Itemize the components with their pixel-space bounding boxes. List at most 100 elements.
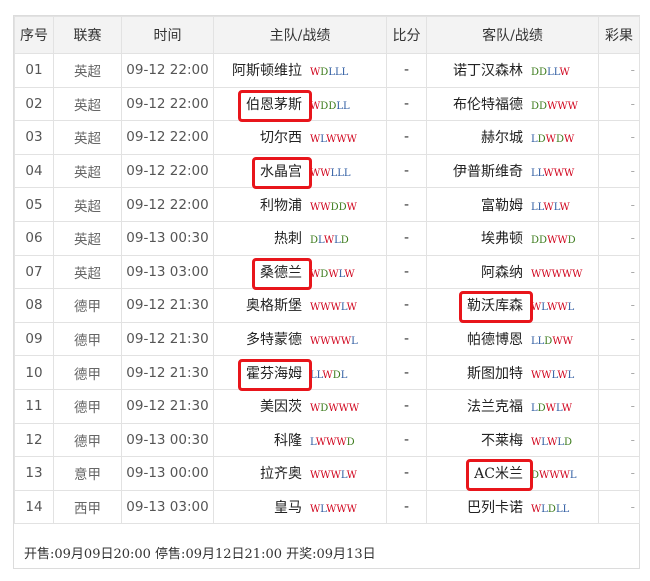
home-team-name[interactable]: 热刺 <box>215 228 311 248</box>
away-team-form: LDWDW <box>531 134 575 146</box>
home-team-name[interactable]: 切尔西 <box>215 127 311 147</box>
home-team-cell: 皇马 WLWWW <box>213 489 387 525</box>
home-team-form: WWDDW <box>310 201 357 213</box>
home-team-name[interactable]: 拉齐奥 <box>215 463 311 483</box>
score-cell: - <box>386 220 427 256</box>
match-table-panel: 序号 联赛 时间 主队/战绩 比分 客队/战绩 彩果 01 英超 09-12 22:… <box>13 15 640 569</box>
score-cell: - <box>386 153 427 189</box>
header-lottery-result: 彩果 <box>598 16 640 54</box>
match-time: 09-13 03:00 <box>121 254 214 290</box>
away-team-name[interactable]: 斯图加特 <box>428 363 532 383</box>
home-team-name[interactable]: 奥格斯堡 <box>215 295 311 315</box>
away-team-name[interactable]: 赫尔城 <box>428 127 532 147</box>
away-team-form: LLDWW <box>531 336 573 348</box>
away-team-cell: 帕德博恩 LLDWW <box>426 321 599 357</box>
home-team-name[interactable]: 美因茨 <box>215 396 311 416</box>
league-cell: 英超 <box>53 53 122 88</box>
match-time: 09-12 22:00 <box>121 120 214 155</box>
away-team-name[interactable]: 巴列卡诺 <box>428 497 532 517</box>
lottery-result-cell: - <box>598 422 640 458</box>
match-time: 09-12 21:30 <box>121 321 214 357</box>
away-team-form: LDWLW <box>531 403 573 415</box>
table-row[interactable]: 13 意甲 09-13 00:00 拉齐奥 WWWLW - AC米兰 DWWWL - <box>14 456 640 491</box>
away-team-name[interactable]: 诺丁汉森林 <box>428 60 532 80</box>
table-row[interactable]: 07 英超 09-13 03:00 桑德兰 WDWLW - 阿森纳 WWWWW - <box>14 254 640 290</box>
away-team-name[interactable]: 帕德博恩 <box>428 329 532 349</box>
away-team-name[interactable]: 勒沃库森 <box>428 295 532 315</box>
away-team-form: DDWWD <box>531 235 576 247</box>
table-row[interactable]: 09 德甲 09-12 21:30 多特蒙德 WWWWL - 帕德博恩 LLDWW - <box>14 321 640 357</box>
home-team-form: LWWWD <box>310 436 355 448</box>
lottery-result-cell: - <box>598 489 640 525</box>
row-index: 06 <box>14 220 54 256</box>
lottery-result-cell: - <box>598 254 640 290</box>
home-team-name[interactable]: 水晶宫 <box>215 161 311 181</box>
table-row[interactable]: 08 德甲 09-12 21:30 奥格斯堡 WWWLW - 勒沃库森 WLWWL - <box>14 288 640 323</box>
away-team-cell: 布伦特福德 DDWWW <box>426 86 599 122</box>
away-team-form: LLWLW <box>531 201 570 213</box>
home-team-cell: 奥格斯堡 WWWLW <box>213 288 387 323</box>
table-row[interactable]: 10 德甲 09-12 21:30 霍芬海姆 LLWDL - 斯图加特 WWLWL - <box>14 355 640 390</box>
lottery-result-cell: - <box>598 120 640 155</box>
away-team-name[interactable]: AC米兰 <box>428 463 532 483</box>
lottery-result-cell: - <box>598 456 640 491</box>
home-team-name[interactable]: 霍芬海姆 <box>215 363 311 383</box>
table-row[interactable]: 06 英超 09-13 00:30 热刺 DLWLD - 埃弗顿 DDWWD - <box>14 220 640 256</box>
home-team-name[interactable]: 利物浦 <box>215 195 311 215</box>
table-row[interactable]: 02 英超 09-12 22:00 伯恩茅斯 WDDLL - 布伦特福德 DDWWW - <box>14 86 640 122</box>
home-team-cell: 水晶宫 WWLLL <box>213 153 387 189</box>
away-team-cell: 诺丁汉森林 DDLLW <box>426 53 599 88</box>
score-cell: - <box>386 388 427 424</box>
home-team-name[interactable]: 伯恩茅斯 <box>215 94 311 114</box>
home-team-form: WWLLL <box>310 168 351 180</box>
row-index: 08 <box>14 288 54 323</box>
away-team-cell: 不莱梅 WLWLD <box>426 422 599 458</box>
away-team-cell: 勒沃库森 WLWWL <box>426 288 599 323</box>
match-time: 09-13 00:30 <box>121 220 214 256</box>
lottery-result-cell: - <box>598 355 640 390</box>
table-header-row: 序号 联赛 时间 主队/战绩 比分 客队/战绩 彩果 <box>14 16 640 54</box>
home-team-name[interactable]: 多特蒙德 <box>215 329 311 349</box>
away-team-name[interactable]: 布伦特福德 <box>428 94 532 114</box>
league-cell: 德甲 <box>53 355 122 390</box>
away-team-name[interactable]: 埃弗顿 <box>428 228 532 248</box>
header-index: 序号 <box>14 16 54 54</box>
table-row[interactable]: 11 德甲 09-12 21:30 美因茨 WDWWW - 法兰克福 LDWLW - <box>14 388 640 424</box>
header-away-team: 客队/战绩 <box>426 16 599 54</box>
table-row[interactable]: 04 英超 09-12 22:00 水晶宫 WWLLL - 伊普斯维奇 LLWWW - <box>14 153 640 189</box>
away-team-name[interactable]: 伊普斯维奇 <box>428 161 532 181</box>
home-team-name[interactable]: 科隆 <box>215 430 311 450</box>
away-team-form: LLWWW <box>531 168 575 180</box>
home-team-name[interactable]: 阿斯顿维拉 <box>215 60 311 80</box>
table-row[interactable]: 05 英超 09-12 22:00 利物浦 WWDDW - 富勒姆 LLWLW - <box>14 187 640 222</box>
match-time: 09-12 21:30 <box>121 388 214 424</box>
score-cell: - <box>386 355 427 390</box>
row-index: 04 <box>14 153 54 189</box>
league-cell: 德甲 <box>53 321 122 357</box>
home-team-form: WWWWL <box>310 336 358 348</box>
home-team-name[interactable]: 皇马 <box>215 497 311 517</box>
home-team-cell: 拉齐奥 WWWLW <box>213 456 387 491</box>
away-team-name[interactable]: 法兰克福 <box>428 396 532 416</box>
league-cell: 英超 <box>53 86 122 122</box>
home-team-name[interactable]: 桑德兰 <box>215 262 311 282</box>
score-cell: - <box>386 86 427 122</box>
score-cell: - <box>386 321 427 357</box>
away-team-form: DDWWW <box>531 100 578 112</box>
home-team-cell: 切尔西 WLWWW <box>213 120 387 155</box>
score-cell: - <box>386 456 427 491</box>
table-row[interactable]: 12 德甲 09-13 00:30 科隆 LWWWD - 不莱梅 WLWLD - <box>14 422 640 458</box>
table-row[interactable]: 03 英超 09-12 22:00 切尔西 WLWWW - 赫尔城 LDWDW - <box>14 120 640 155</box>
table-row[interactable]: 01 英超 09-12 22:00 阿斯顿维拉 WDLLL - 诺丁汉森林 DDLLW - <box>14 53 640 88</box>
table-row[interactable]: 14 西甲 09-13 03:00 皇马 WLWWW - 巴列卡诺 WLDLL - <box>14 489 640 525</box>
row-index: 05 <box>14 187 54 222</box>
away-team-name[interactable]: 不莱梅 <box>428 430 532 450</box>
league-cell: 英超 <box>53 153 122 189</box>
home-team-form: WLWWW <box>310 134 357 146</box>
row-index: 01 <box>14 53 54 88</box>
away-team-cell: 斯图加特 WWLWL <box>426 355 599 390</box>
home-team-cell: 利物浦 WWDDW <box>213 187 387 222</box>
away-team-name[interactable]: 富勒姆 <box>428 195 532 215</box>
away-team-cell: 伊普斯维奇 LLWWW <box>426 153 599 189</box>
away-team-name[interactable]: 阿森纳 <box>428 262 532 282</box>
